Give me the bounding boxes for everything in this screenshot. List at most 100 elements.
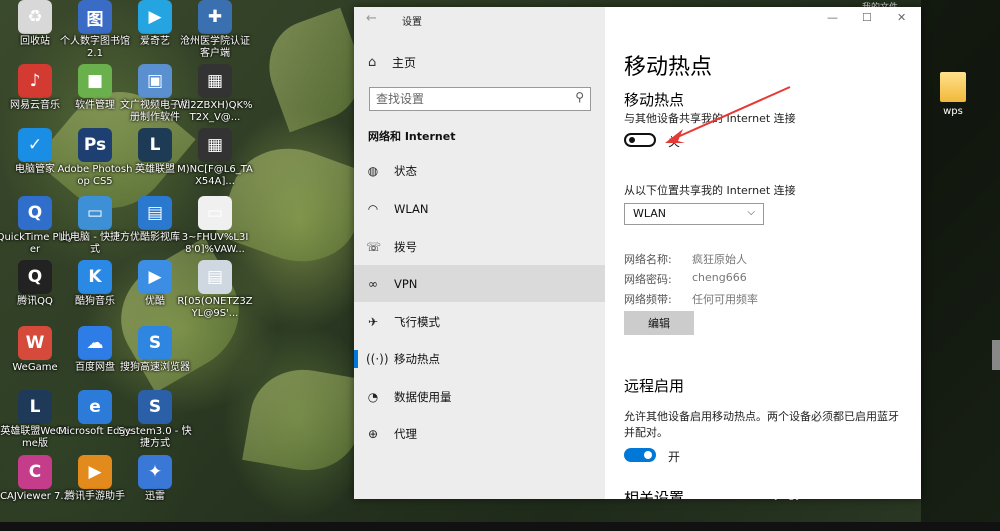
proxy-globe-icon: ⊕: [367, 426, 379, 441]
desktop-app-icon: ▶: [138, 260, 172, 294]
desktop-app-icon: C: [18, 455, 52, 489]
sidebar-item-label: 拨号: [394, 239, 417, 254]
desktop-app-icon: ✦: [138, 455, 172, 489]
desktop-icon-label: System3.0 - 快捷方式: [118, 426, 192, 449]
wifi-icon: ◠: [367, 201, 379, 216]
related-settings-heading: 相关设置: [624, 491, 684, 499]
home-label: 主页: [392, 55, 417, 70]
back-arrow-icon[interactable]: ←: [366, 11, 377, 26]
desktop-app-icon: Ps: [78, 128, 112, 162]
share-from-select[interactable]: WLAN ⌵: [624, 203, 764, 225]
toggle-knob: [629, 137, 635, 143]
wps-folder-label: wps: [943, 106, 963, 117]
desktop-icon[interactable]: ✚ 沧州医学院认证客户端: [176, 0, 254, 60]
remote-toggle[interactable]: [624, 448, 656, 462]
sidebar-item-label: WLAN: [394, 201, 429, 216]
desktop-icon[interactable]: S System3.0 - 快捷方式: [116, 390, 194, 450]
desktop-icon-label: R[05(ONETZ3ZYL@9S'...: [177, 296, 253, 319]
desktop-icon-label: 搜狗高速浏览器: [120, 362, 190, 373]
desktop-app-icon: ✓: [18, 128, 52, 162]
toggle-knob: [644, 451, 652, 459]
network-password-value: cheng666: [692, 271, 747, 284]
desktop-icon-label: 迅雷: [145, 491, 165, 502]
home-icon: ⌂: [368, 54, 377, 70]
remote-toggle-state: 开: [668, 450, 681, 464]
sidebar-item-airplane[interactable]: ✈ 飞行模式: [354, 303, 605, 340]
network-band-value: 任何可用频率: [692, 293, 758, 306]
watermark-logo: Bai du 经验: [765, 444, 919, 474]
sidebar-item-dialup[interactable]: ☏ 拨号: [354, 228, 605, 265]
share-from-value: WLAN: [633, 207, 667, 220]
network-name-label: 网络名称:: [624, 253, 672, 266]
maximize-button[interactable]: ☐: [862, 11, 872, 24]
desktop-icon-label: WI2ZBXH)QK%T2X_V@...: [177, 100, 253, 123]
desktop-app-icon: ■: [78, 64, 112, 98]
desktop-icon[interactable]: ▭ 3~FHUV%L3I8'0]%VAW...: [176, 196, 254, 256]
desktop-icon-label: 沧州医学院认证客户端: [180, 36, 250, 59]
search-box: ⚲: [369, 87, 591, 111]
desktop-icon[interactable]: ▦ WI2ZBXH)QK%T2X_V@...: [176, 64, 254, 124]
desktop-app-icon: ▶: [138, 0, 172, 34]
desktop-app-icon: ♪: [18, 64, 52, 98]
desktop-app-icon: K: [78, 260, 112, 294]
sidebar-item-label: 状态: [394, 163, 417, 178]
title-bar: ← 设置: [354, 7, 605, 31]
desktop-icon-label: M)NC[F@L6_TAX54A]...: [177, 164, 253, 187]
vpn-icon: ∞: [368, 276, 378, 291]
desktop-app-icon: S: [138, 326, 172, 360]
desktop-app-icon: ▦: [198, 128, 232, 162]
desktop-app-icon: ▤: [138, 196, 172, 230]
desktop-app-icon: e: [78, 390, 112, 424]
hotspot-icon: ((·)): [366, 351, 389, 366]
desktop-app-icon: Q: [18, 196, 52, 230]
desktop-app-icon: ▭: [78, 196, 112, 230]
share-from-label: 从以下位置共享我的 Internet 连接: [624, 184, 796, 197]
sidebar-item-vpn[interactable]: ∞ VPN: [354, 265, 605, 302]
taskbar: [0, 522, 1000, 531]
search-input[interactable]: [370, 89, 572, 109]
globe-status-icon: ◍: [367, 163, 379, 178]
scrollbar[interactable]: [992, 340, 1000, 370]
desktop-icon[interactable]: ▦ M)NC[F@L6_TAX54A]...: [176, 128, 254, 188]
desktop-icon[interactable]: S 搜狗高速浏览器: [116, 326, 194, 374]
watermark-url: jingyan.baidu.com: [775, 488, 877, 501]
settings-content: — ☐ ✕ 移动热点 移动热点 与其他设备共享我的 Internet 连接 关 …: [605, 7, 921, 499]
desktop-app-icon: ♻: [18, 0, 52, 34]
dialup-icon: ☏: [366, 239, 382, 254]
network-password-label: 网络密码:: [624, 273, 672, 286]
network-band-label: 网络频带:: [624, 293, 672, 306]
data-usage-icon: ◔: [367, 389, 379, 404]
edit-button[interactable]: 编辑: [624, 311, 694, 335]
desktop-app-icon: Q: [18, 260, 52, 294]
desktop-app-icon: ▤: [198, 260, 232, 294]
home-nav-item[interactable]: ⌂ 主页: [354, 49, 605, 75]
desktop-app-icon: S: [138, 390, 172, 424]
close-button[interactable]: ✕: [897, 11, 906, 24]
desktop-app-icon: L: [138, 128, 172, 162]
sidebar-item-proxy[interactable]: ⊕ 代理: [354, 415, 605, 452]
section-title: 网络和 Internet: [368, 130, 456, 143]
network-name-value: 疯狂原始人: [692, 253, 747, 266]
wps-folder[interactable]: wps: [933, 72, 973, 117]
desktop-app-icon: W: [18, 326, 52, 360]
sidebar-item-status[interactable]: ◍ 状态: [354, 152, 605, 189]
sidebar-item-label: 飞行模式: [394, 314, 440, 329]
settings-sidebar: ← 设置 ⌂ 主页 ⚲ 网络和 Internet ◍ 状态 ◠ WLAN ☏ 拨…: [354, 7, 605, 499]
sidebar-item-label: 代理: [394, 426, 417, 441]
search-icon[interactable]: ⚲: [575, 90, 584, 104]
remote-description: 允许其他设备启用移动热点。两个设备必须都已启用蓝牙并配对。: [624, 410, 899, 439]
desktop-icon[interactable]: ✦ 迅雷: [116, 455, 194, 503]
sidebar-item-data-usage[interactable]: ◔ 数据使用量: [354, 378, 605, 415]
settings-window: ← 设置 ⌂ 主页 ⚲ 网络和 Internet ◍ 状态 ◠ WLAN ☏ 拨…: [354, 7, 921, 499]
minimize-button[interactable]: —: [827, 11, 838, 24]
annotation-arrow: [665, 86, 791, 143]
desktop-app-icon: ▭: [198, 196, 232, 230]
sidebar-item-wlan[interactable]: ◠ WLAN: [354, 190, 605, 227]
desktop-app-icon: ✚: [198, 0, 232, 34]
sidebar-item-label: VPN: [394, 276, 418, 291]
wallpaper-leaf: [242, 361, 368, 479]
sidebar-item-hotspot[interactable]: ((·)) 移动热点: [354, 340, 605, 377]
desktop-app-icon: ▦: [198, 64, 232, 98]
sidebar-item-label: 数据使用量: [394, 389, 452, 404]
desktop-icon[interactable]: ▤ R[05(ONETZ3ZYL@9S'...: [176, 260, 254, 320]
